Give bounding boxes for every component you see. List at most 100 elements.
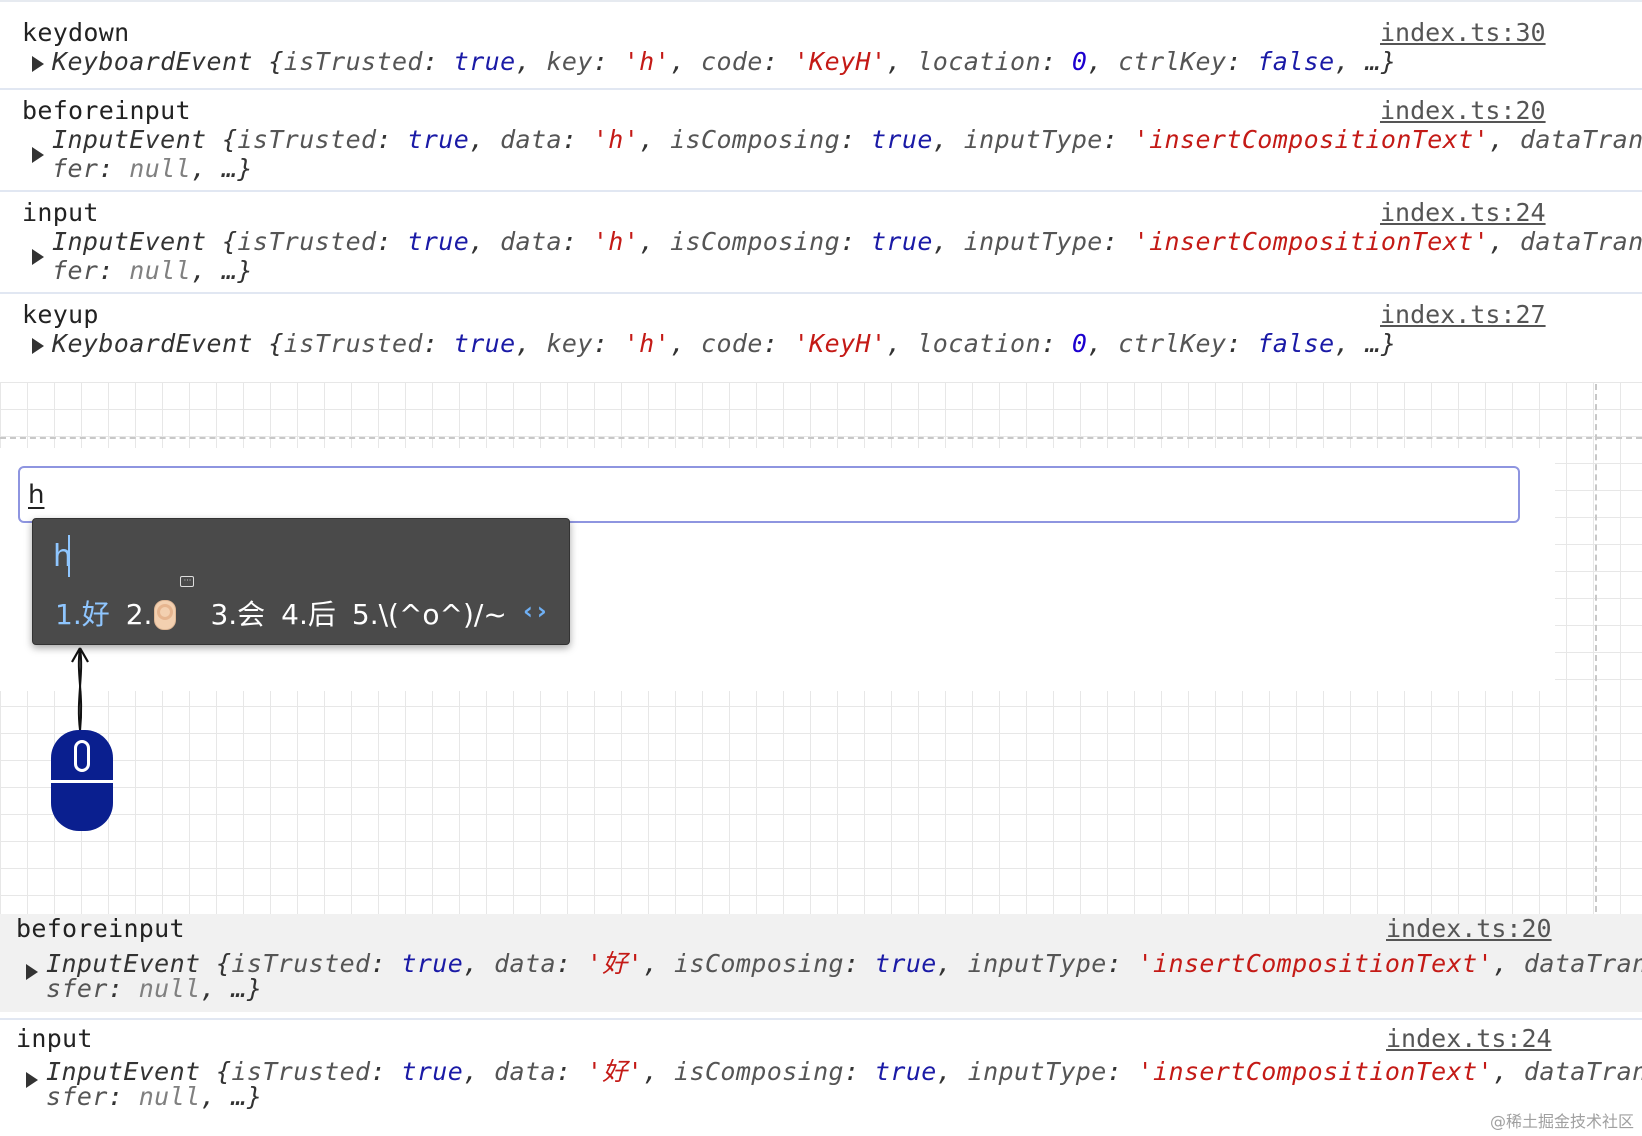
source-link[interactable]: index.ts:20 <box>1380 96 1546 125</box>
expand-triangle-icon[interactable] <box>32 56 44 72</box>
token: : <box>561 227 593 256</box>
token: : <box>370 1057 402 1086</box>
object-summary[interactable]: InputEvent {isTrusted: true, data: '好', … <box>46 1052 1642 1088</box>
token: : <box>844 1057 875 1086</box>
event-name: keyup <box>22 300 99 329</box>
object-summary[interactable]: InputEvent {isTrusted: true, data: '好', … <box>46 944 1642 980</box>
source-link[interactable]: index.ts:27 <box>1380 300 1546 329</box>
text-input[interactable]: h <box>18 466 1520 523</box>
event-name: input <box>16 1024 93 1053</box>
ime-page-arrows[interactable]: ‹› <box>523 597 551 625</box>
token: inputType <box>963 227 1103 256</box>
mouse-icon <box>51 730 113 831</box>
token: sfer <box>46 974 108 1003</box>
token: inputType <box>963 125 1103 154</box>
object-summary[interactable]: InputEvent {isTrusted: true, data: 'h', … <box>52 125 1642 154</box>
token: : <box>107 1082 139 1111</box>
token: data <box>494 1057 556 1086</box>
token: true <box>401 1057 464 1086</box>
token: : <box>370 949 402 978</box>
token: , <box>1489 227 1520 256</box>
token: : <box>1226 329 1258 358</box>
token: InputEvent { <box>52 227 238 256</box>
ime-caret <box>68 535 70 577</box>
chevron-right-icon[interactable]: › <box>537 597 551 625</box>
object-summary-continued: fer: null, …} <box>52 154 253 183</box>
token: true <box>874 1057 937 1086</box>
ime-candidate-window: h 1.好 2.···3.会 4.后 5.\(^o^)/~ ‹› <box>32 518 570 645</box>
token: , <box>463 1057 495 1086</box>
token: key <box>546 47 593 76</box>
token: dataTrans <box>1519 125 1642 154</box>
source-link[interactable]: index.ts:24 <box>1386 1024 1552 1053</box>
ime-candidate-5[interactable]: 5.\(^o^)/~ <box>352 598 507 631</box>
ime-candidate-2[interactable]: 2. ··· <box>126 576 195 631</box>
token: , <box>463 949 495 978</box>
token: , <box>1493 949 1524 978</box>
expand-triangle-icon[interactable] <box>32 249 44 265</box>
token: fer <box>52 154 99 183</box>
token: isComposing <box>674 949 845 978</box>
token: : <box>840 227 871 256</box>
expand-triangle-icon[interactable] <box>26 1072 38 1088</box>
object-summary[interactable]: KeyboardEvent {isTrusted: true, key: 'h'… <box>52 329 1396 358</box>
token: fer <box>52 256 99 285</box>
log-entry-input: input index.ts:24 InputEvent {isTrusted:… <box>0 190 1642 292</box>
token: : <box>762 329 794 358</box>
token: 'insertCompositionText' <box>1137 949 1493 978</box>
expand-triangle-icon[interactable] <box>32 147 44 163</box>
token: : <box>376 125 408 154</box>
ime-candidate-3[interactable]: 3.会 <box>210 593 265 633</box>
object-summary[interactable]: KeyboardEvent {isTrusted: true, key: 'h'… <box>52 47 1396 76</box>
token: 'h' <box>592 125 640 154</box>
chevron-left-icon[interactable]: ‹ <box>523 597 537 625</box>
log-entry-beforeinput: beforeinput index.ts:20 InputEvent {isTr… <box>0 88 1642 190</box>
token: ctrlKey <box>1118 329 1227 358</box>
token: '好' <box>586 949 644 978</box>
token: true <box>407 227 470 256</box>
object-summary-continued: fer: null, …} <box>52 256 253 285</box>
token: '好' <box>586 1057 644 1086</box>
token: : <box>840 125 871 154</box>
expand-triangle-icon[interactable] <box>32 338 44 354</box>
source-link[interactable]: index.ts:30 <box>1380 18 1546 47</box>
token: 'h' <box>623 329 671 358</box>
expand-triangle-icon[interactable] <box>26 964 38 980</box>
token: isTrusted <box>237 227 377 256</box>
token: false <box>1257 47 1335 76</box>
token: , …} <box>1334 47 1397 76</box>
token: : <box>561 125 593 154</box>
token: isTrusted <box>283 329 423 358</box>
dashed-guide-vertical <box>1595 384 1597 912</box>
token: , <box>515 329 547 358</box>
token: 'KeyH' <box>793 47 887 76</box>
source-link[interactable]: index.ts:20 <box>1386 914 1552 943</box>
console-top: keydown index.ts:30 KeyboardEvent {isTru… <box>0 0 1642 382</box>
token: , <box>643 949 675 978</box>
token: dataTrans <box>1519 227 1642 256</box>
token: isComposing <box>674 1057 845 1086</box>
ime-candidate-1[interactable]: 1.好 <box>55 593 110 633</box>
ime-candidate-4[interactable]: 4.后 <box>281 593 336 633</box>
token: inputType <box>967 949 1107 978</box>
token: : <box>844 949 875 978</box>
token: , …} <box>200 1082 263 1111</box>
token: null <box>138 974 201 1003</box>
token: , <box>932 227 964 256</box>
source-link[interactable]: index.ts:24 <box>1380 198 1546 227</box>
token: : <box>592 47 624 76</box>
token: dataTran <box>1523 1057 1642 1086</box>
token: KeyboardEvent { <box>52 47 284 76</box>
token: , <box>936 1057 968 1086</box>
token: : <box>555 949 587 978</box>
token: : <box>1102 125 1134 154</box>
object-summary[interactable]: InputEvent {isTrusted: true, data: 'h', … <box>52 227 1642 256</box>
token: true <box>401 949 464 978</box>
token: : <box>98 154 130 183</box>
token: , <box>886 47 918 76</box>
dashed-guide-horizontal <box>0 437 1642 439</box>
token: data <box>500 227 562 256</box>
token: : <box>592 329 624 358</box>
console-bottom: beforeinput index.ts:20 InputEvent {isTr… <box>0 914 1642 1136</box>
mouse-button-divider <box>51 780 113 783</box>
